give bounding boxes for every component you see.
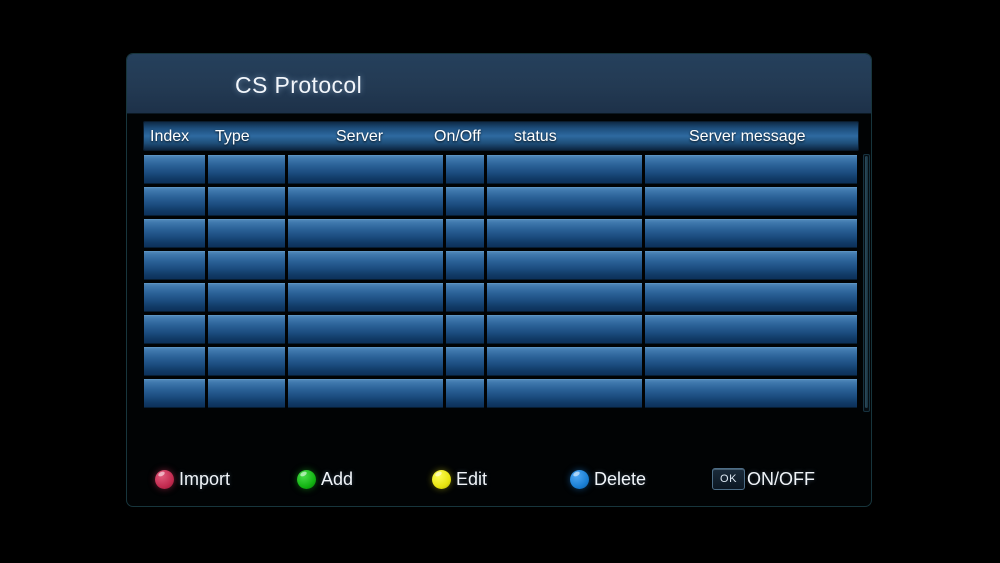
table-cell-server_message[interactable] (645, 187, 857, 216)
cs-protocol-dialog: CS Protocol Index Type Server On/Off status S… (126, 53, 872, 507)
table-cell-type[interactable] (208, 187, 285, 216)
screen: CS Protocol Index Type Server On/Off status S… (0, 0, 1000, 563)
table-cell-status[interactable] (487, 155, 642, 184)
import-button-label: Import (179, 468, 231, 489)
table-cell-status[interactable] (487, 187, 642, 216)
table-cell-onoff[interactable] (446, 315, 484, 344)
import-button[interactable]: Import (155, 466, 230, 492)
delete-button[interactable]: Delete (570, 466, 646, 492)
table-cell-server[interactable] (288, 251, 443, 280)
table-cell-server_message[interactable] (645, 155, 857, 184)
onoff-button[interactable]: OK ON/OFF (712, 466, 815, 492)
table-body[interactable] (143, 154, 859, 410)
table-cell-status[interactable] (487, 379, 642, 408)
column-header-server: Server (336, 128, 384, 145)
blue-circle-icon (570, 469, 589, 489)
column-header-status: status (514, 128, 557, 145)
table-row[interactable] (143, 154, 859, 186)
table-cell-type[interactable] (208, 315, 285, 344)
table-row[interactable] (143, 218, 859, 250)
table-cell-index[interactable] (144, 187, 205, 216)
table-cell-server[interactable] (288, 187, 443, 216)
table-cell-onoff[interactable] (446, 187, 484, 216)
green-circle-icon (297, 469, 316, 489)
table-cell-status[interactable] (487, 219, 642, 248)
ok-key-label: OK (720, 473, 737, 485)
table-cell-onoff[interactable] (446, 219, 484, 248)
table-cell-server[interactable] (288, 379, 443, 408)
page-title: CS Protocol (235, 72, 363, 98)
table-row[interactable] (143, 346, 859, 378)
table-cell-status[interactable] (487, 283, 642, 312)
table-cell-type[interactable] (208, 155, 285, 184)
table-cell-status[interactable] (487, 347, 642, 376)
table-cell-index[interactable] (144, 155, 205, 184)
table-cell-index[interactable] (144, 379, 205, 408)
table-cell-index[interactable] (144, 315, 205, 344)
table-cell-server[interactable] (288, 347, 443, 376)
onoff-button-label: ON/OFF (747, 468, 815, 489)
table-row[interactable] (143, 186, 859, 218)
ok-key-icon: OK (712, 468, 745, 490)
table-cell-server[interactable] (288, 155, 443, 184)
table-cell-onoff[interactable] (446, 155, 484, 184)
column-header-index: Index (150, 128, 190, 145)
table-cell-onoff[interactable] (446, 379, 484, 408)
delete-button-label: Delete (594, 468, 647, 489)
table-row[interactable] (143, 314, 859, 346)
add-button-label: Add (321, 468, 354, 489)
table-cell-onoff[interactable] (446, 283, 484, 312)
table-cell-index[interactable] (144, 219, 205, 248)
red-circle-icon (155, 469, 174, 489)
table-row[interactable] (143, 250, 859, 282)
table-cell-server[interactable] (288, 315, 443, 344)
table-cell-type[interactable] (208, 219, 285, 248)
scrollbar-thumb[interactable] (865, 156, 868, 408)
table-row[interactable] (143, 378, 859, 410)
edit-button[interactable]: Edit (432, 466, 487, 492)
table-cell-onoff[interactable] (446, 251, 484, 280)
table-cell-server[interactable] (288, 283, 443, 312)
table-cell-server_message[interactable] (645, 251, 857, 280)
table-cell-server_message[interactable] (645, 347, 857, 376)
table-cell-server_message[interactable] (645, 379, 857, 408)
protocol-table: Index Type Server On/Off status Server messag… (143, 121, 859, 413)
column-header-onoff: On/Off (434, 128, 481, 145)
table-cell-server_message[interactable] (645, 283, 857, 312)
action-button-bar: Import Add Edit Delete OK ON/OFF (127, 454, 871, 506)
table-cell-type[interactable] (208, 347, 285, 376)
column-header-type: Type (215, 128, 250, 145)
table-cell-index[interactable] (144, 347, 205, 376)
edit-button-label: Edit (456, 468, 488, 489)
table-header-row: Index Type Server On/Off status Server messag… (143, 121, 859, 151)
table-cell-index[interactable] (144, 283, 205, 312)
table-cell-onoff[interactable] (446, 347, 484, 376)
table-row[interactable] (143, 282, 859, 314)
vertical-scrollbar[interactable] (863, 154, 870, 412)
table-cell-status[interactable] (487, 251, 642, 280)
table-cell-type[interactable] (208, 251, 285, 280)
column-header-server_message: Server message (689, 128, 806, 145)
table-cell-server_message[interactable] (645, 315, 857, 344)
table-cell-server_message[interactable] (645, 219, 857, 248)
table-cell-server[interactable] (288, 219, 443, 248)
yellow-circle-icon (432, 469, 451, 489)
table-cell-type[interactable] (208, 379, 285, 408)
dialog-titlebar: CS Protocol (127, 54, 871, 114)
table-cell-type[interactable] (208, 283, 285, 312)
table-cell-status[interactable] (487, 315, 642, 344)
table-cell-index[interactable] (144, 251, 205, 280)
add-button[interactable]: Add (297, 466, 353, 492)
